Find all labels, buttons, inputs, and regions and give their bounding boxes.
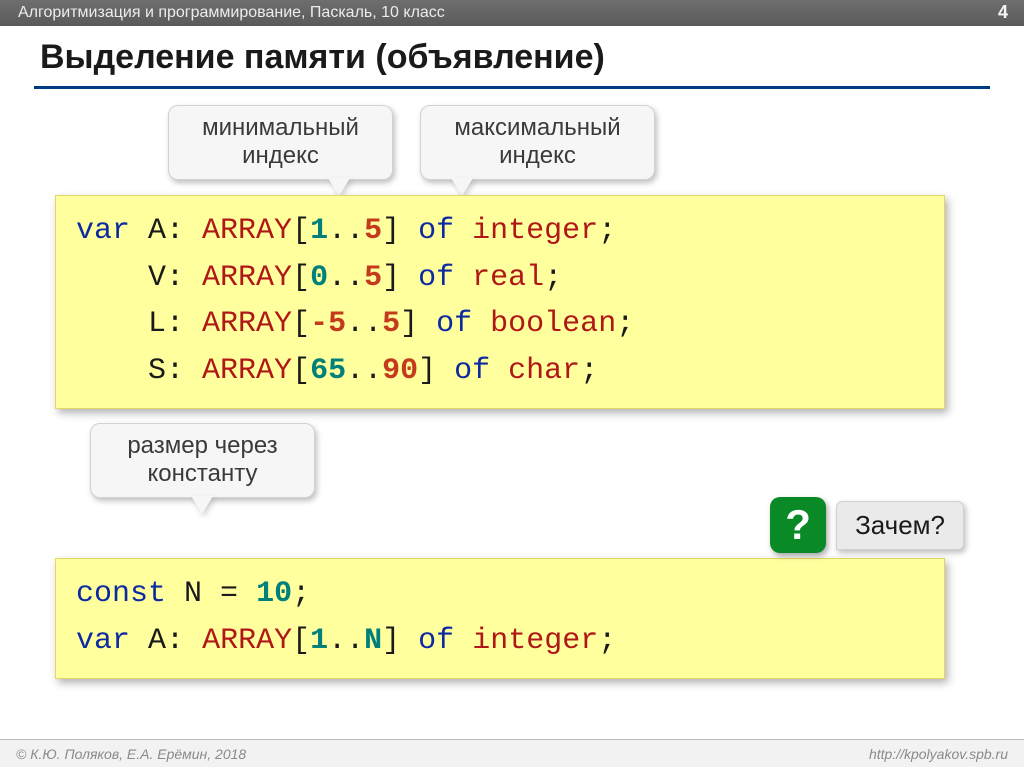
kw-array: ARRAY (202, 354, 292, 388)
kw-of: of (454, 354, 490, 388)
callout-size-via-const: размер через константу (90, 423, 315, 498)
code-block-const: const N = 10; var A: ARRAY[1..N] of inte… (55, 558, 945, 679)
kw-array: ARRAY (202, 624, 292, 658)
page-title: Выделение памяти (объявление) (40, 38, 605, 77)
breadcrumb: Алгоритмизация и программирование, Паска… (18, 4, 445, 22)
idx-hi: 5 (364, 261, 382, 295)
kw-array: ARRAY (202, 307, 292, 341)
code-id: A (148, 214, 166, 248)
callout-tail-icon (451, 178, 473, 196)
callout-min-index: минимальный индекс (168, 105, 393, 180)
question-text: Зачем? (836, 501, 964, 550)
code-id: V (148, 261, 166, 295)
callout-line: максимальный (454, 114, 620, 141)
kw-array: ARRAY (202, 214, 292, 248)
idx-lo: 65 (310, 354, 346, 388)
kw-var: var (76, 214, 148, 248)
type-name: char (508, 354, 580, 388)
callout-line: минимальный (202, 114, 359, 141)
footer-link: http://kpolyakov.spb.ru (869, 746, 1008, 762)
idx-hi: 90 (382, 354, 418, 388)
page-number: 4 (998, 2, 1008, 23)
callout-line: размер через (127, 432, 277, 459)
idx-hi: 5 (382, 307, 400, 341)
type-name: integer (472, 624, 598, 658)
kw-of: of (418, 261, 454, 295)
callout-line: индекс (499, 142, 576, 169)
idx-lo: 1 (310, 624, 328, 658)
footer-copyright: © К.Ю. Поляков, Е.А. Ерёмин, 2018 (16, 746, 246, 762)
idx-lo: 0 (310, 261, 328, 295)
kw-of: of (436, 307, 472, 341)
idx-hi-ref: N (364, 624, 382, 658)
code-id: L (148, 307, 166, 341)
footer-bar: © К.Ю. Поляков, Е.А. Ерёмин, 2018 http:/… (0, 739, 1024, 767)
idx-lo: 1 (310, 214, 328, 248)
kw-const: const (76, 577, 166, 611)
question-bubble: ? Зачем? (770, 497, 964, 553)
type-name: integer (472, 214, 598, 248)
idx-hi: 5 (364, 214, 382, 248)
type-name: boolean (490, 307, 616, 341)
kw-array: ARRAY (202, 261, 292, 295)
kw-of: of (418, 624, 454, 658)
type-name: real (472, 261, 544, 295)
header-bar: Алгоритмизация и программирование, Паска… (0, 0, 1024, 26)
callout-max-index: максимальный индекс (420, 105, 655, 180)
callout-tail-icon (191, 496, 213, 514)
const-val: 10 (256, 577, 292, 611)
code-id: A (148, 624, 166, 658)
callout-line: индекс (242, 142, 319, 169)
code-id: S (148, 354, 166, 388)
title-underline (34, 86, 990, 89)
question-mark-icon: ? (770, 497, 826, 553)
code-id: N (184, 577, 202, 611)
kw-var: var (76, 624, 130, 658)
code-block-declarations: var A: ARRAY[1..5] of integer; V: ARRAY[… (55, 195, 945, 409)
callout-line: константу (148, 460, 258, 487)
kw-of: of (418, 214, 454, 248)
idx-lo: -5 (310, 307, 346, 341)
callout-tail-icon (328, 178, 350, 196)
